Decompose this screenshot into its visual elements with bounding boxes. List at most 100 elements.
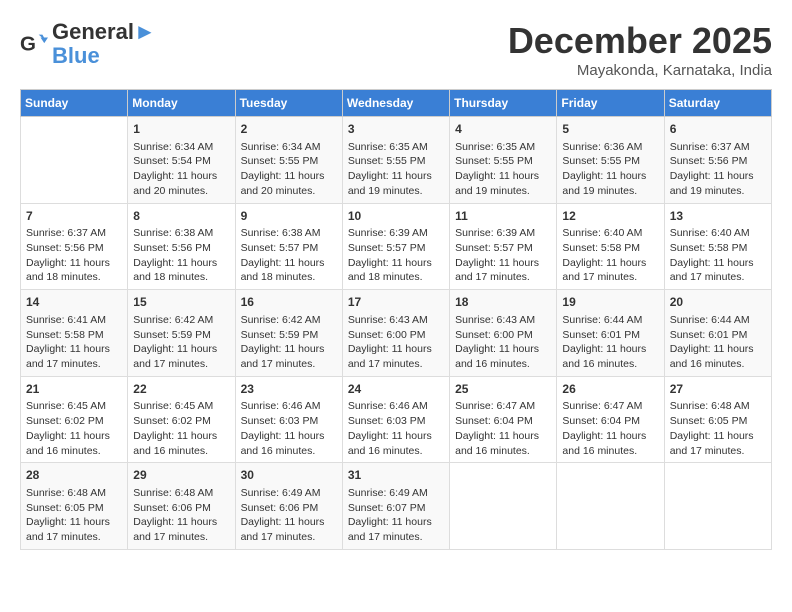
day-info: Daylight: 11 hours	[562, 256, 658, 271]
header-monday: Monday	[128, 90, 235, 117]
calendar-cell: 17Sunrise: 6:43 AMSunset: 6:00 PMDayligh…	[342, 290, 449, 377]
day-info: Sunrise: 6:43 AM	[455, 313, 551, 328]
day-info: Sunrise: 6:45 AM	[133, 399, 229, 414]
day-info: Sunset: 6:06 PM	[241, 501, 337, 516]
day-info: Daylight: 11 hours	[241, 169, 337, 184]
day-number: 25	[455, 381, 551, 398]
day-info: Sunrise: 6:40 AM	[670, 226, 766, 241]
calendar-cell: 10Sunrise: 6:39 AMSunset: 5:57 PMDayligh…	[342, 203, 449, 290]
page-header: G General► Blue December 2025 Mayakonda,…	[20, 20, 772, 79]
calendar-cell: 21Sunrise: 6:45 AMSunset: 6:02 PMDayligh…	[21, 376, 128, 463]
day-number: 11	[455, 208, 551, 225]
day-info: Sunrise: 6:42 AM	[133, 313, 229, 328]
day-info: Sunrise: 6:36 AM	[562, 140, 658, 155]
calendar-cell: 16Sunrise: 6:42 AMSunset: 5:59 PMDayligh…	[235, 290, 342, 377]
day-info: Daylight: 11 hours	[133, 429, 229, 444]
day-info: and 16 minutes.	[562, 357, 658, 372]
calendar-cell: 29Sunrise: 6:48 AMSunset: 6:06 PMDayligh…	[128, 463, 235, 550]
day-info: Daylight: 11 hours	[133, 515, 229, 530]
day-number: 22	[133, 381, 229, 398]
header-sunday: Sunday	[21, 90, 128, 117]
day-info: Sunset: 5:56 PM	[26, 241, 122, 256]
day-info: Sunrise: 6:40 AM	[562, 226, 658, 241]
calendar-cell: 7Sunrise: 6:37 AMSunset: 5:56 PMDaylight…	[21, 203, 128, 290]
day-info: Sunrise: 6:35 AM	[348, 140, 444, 155]
day-info: Sunset: 6:05 PM	[670, 414, 766, 429]
day-number: 27	[670, 381, 766, 398]
calendar-cell: 27Sunrise: 6:48 AMSunset: 6:05 PMDayligh…	[664, 376, 771, 463]
day-info: Daylight: 11 hours	[241, 515, 337, 530]
day-info: and 17 minutes.	[241, 530, 337, 545]
day-info: Daylight: 11 hours	[348, 169, 444, 184]
calendar-header-row: SundayMondayTuesdayWednesdayThursdayFrid…	[21, 90, 772, 117]
day-info: Sunset: 6:03 PM	[348, 414, 444, 429]
day-info: Sunset: 5:57 PM	[348, 241, 444, 256]
day-info: Sunrise: 6:34 AM	[241, 140, 337, 155]
calendar-table: SundayMondayTuesdayWednesdayThursdayFrid…	[20, 89, 772, 550]
day-info: Daylight: 11 hours	[670, 169, 766, 184]
day-info: Sunrise: 6:47 AM	[562, 399, 658, 414]
day-info: and 17 minutes.	[241, 357, 337, 372]
day-info: Sunset: 6:03 PM	[241, 414, 337, 429]
day-info: Daylight: 11 hours	[133, 256, 229, 271]
day-info: Sunset: 5:58 PM	[562, 241, 658, 256]
day-info: Daylight: 11 hours	[241, 342, 337, 357]
day-number: 23	[241, 381, 337, 398]
calendar-cell: 2Sunrise: 6:34 AMSunset: 5:55 PMDaylight…	[235, 117, 342, 204]
day-info: Sunrise: 6:34 AM	[133, 140, 229, 155]
day-info: and 18 minutes.	[133, 270, 229, 285]
day-number: 15	[133, 294, 229, 311]
day-info: Daylight: 11 hours	[26, 342, 122, 357]
day-info: Daylight: 11 hours	[348, 515, 444, 530]
day-info: Sunset: 6:02 PM	[26, 414, 122, 429]
day-info: Sunset: 5:59 PM	[133, 328, 229, 343]
day-info: Sunrise: 6:49 AM	[241, 486, 337, 501]
day-info: Sunrise: 6:45 AM	[26, 399, 122, 414]
day-info: Sunrise: 6:46 AM	[241, 399, 337, 414]
day-number: 24	[348, 381, 444, 398]
day-info: Sunrise: 6:44 AM	[670, 313, 766, 328]
calendar-cell: 6Sunrise: 6:37 AMSunset: 5:56 PMDaylight…	[664, 117, 771, 204]
header-saturday: Saturday	[664, 90, 771, 117]
day-info: Daylight: 11 hours	[26, 429, 122, 444]
calendar-week-5: 28Sunrise: 6:48 AMSunset: 6:05 PMDayligh…	[21, 463, 772, 550]
day-number: 18	[455, 294, 551, 311]
day-info: Sunrise: 6:37 AM	[26, 226, 122, 241]
day-info: and 17 minutes.	[348, 357, 444, 372]
calendar-cell: 9Sunrise: 6:38 AMSunset: 5:57 PMDaylight…	[235, 203, 342, 290]
day-number: 21	[26, 381, 122, 398]
day-info: Daylight: 11 hours	[455, 429, 551, 444]
title-block: December 2025 Mayakonda, Karnataka, Indi…	[508, 20, 772, 79]
day-number: 30	[241, 467, 337, 484]
calendar-cell: 30 Sunrise: 6:49 AMSunset: 6:06 PMDayligh…	[235, 463, 342, 550]
day-number: 28	[26, 467, 122, 484]
day-info: Sunrise: 6:42 AM	[241, 313, 337, 328]
day-info: Sunset: 6:04 PM	[562, 414, 658, 429]
day-info: and 16 minutes.	[348, 444, 444, 459]
calendar-cell: 20Sunrise: 6:44 AMSunset: 6:01 PMDayligh…	[664, 290, 771, 377]
header-wednesday: Wednesday	[342, 90, 449, 117]
day-info: and 16 minutes.	[455, 444, 551, 459]
day-number: 12	[562, 208, 658, 225]
day-info: Sunset: 6:00 PM	[348, 328, 444, 343]
day-info: and 18 minutes.	[241, 270, 337, 285]
day-number: 20	[670, 294, 766, 311]
day-number: 10	[348, 208, 444, 225]
day-info: Daylight: 11 hours	[562, 342, 658, 357]
day-info: Sunset: 5:55 PM	[241, 154, 337, 169]
day-info: Sunrise: 6:48 AM	[670, 399, 766, 414]
day-info: and 17 minutes.	[133, 530, 229, 545]
day-info: Sunrise: 6:38 AM	[241, 226, 337, 241]
day-info: Sunset: 5:55 PM	[348, 154, 444, 169]
calendar-week-2: 7Sunrise: 6:37 AMSunset: 5:56 PMDaylight…	[21, 203, 772, 290]
day-number: 5	[562, 121, 658, 138]
day-info: and 19 minutes.	[348, 184, 444, 199]
logo: G General► Blue	[20, 20, 156, 68]
day-info: and 16 minutes.	[26, 444, 122, 459]
day-info: Sunrise: 6:38 AM	[133, 226, 229, 241]
day-info: and 17 minutes.	[133, 357, 229, 372]
day-info: Sunset: 6:07 PM	[348, 501, 444, 516]
day-info: Sunset: 6:00 PM	[455, 328, 551, 343]
day-info: Sunrise: 6:47 AM	[455, 399, 551, 414]
day-info: and 20 minutes.	[133, 184, 229, 199]
